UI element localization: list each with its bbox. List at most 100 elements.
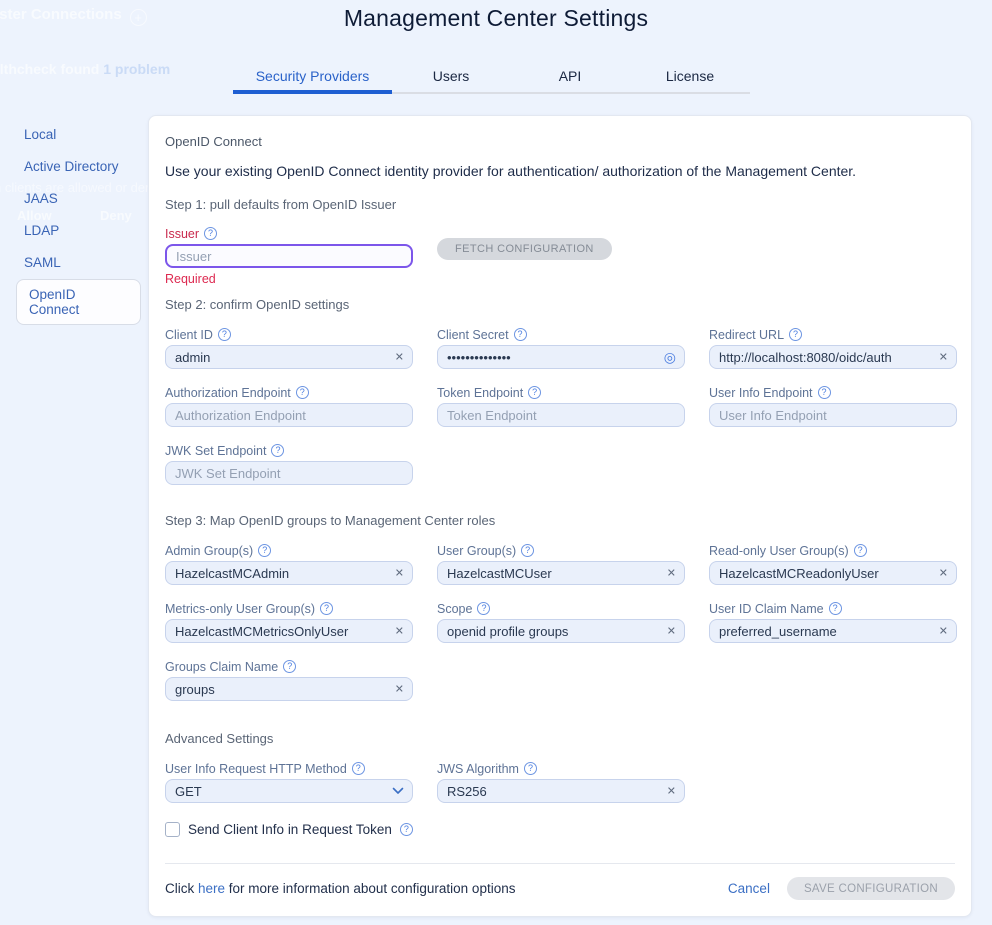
sidebar-item-active-directory[interactable]: Active Directory xyxy=(16,151,141,182)
field-user-info-request-http-method: User Info Request HTTP Method? xyxy=(165,761,413,803)
user-info-endpoint-input[interactable] xyxy=(709,403,957,427)
fetch-configuration-button[interactable]: FETCH CONFIGURATION xyxy=(437,238,612,260)
cancel-button[interactable]: Cancel xyxy=(728,881,770,896)
background-healthcheck-label: althcheck found xyxy=(0,61,99,77)
issuer-required-error: Required xyxy=(165,272,413,286)
clear-icon[interactable]: ✕ xyxy=(939,351,948,364)
clear-icon[interactable]: ✕ xyxy=(939,625,948,638)
help-icon[interactable]: ? xyxy=(296,386,309,399)
panel-footer: Click here for more information about co… xyxy=(165,877,955,900)
clear-icon[interactable]: ✕ xyxy=(395,567,404,580)
save-configuration-button[interactable]: SAVE CONFIGURATION xyxy=(787,877,955,900)
admin-groups-label: Admin Group(s) xyxy=(165,544,253,558)
panel-heading: OpenID Connect xyxy=(165,134,955,149)
groups-claim-name-label: Groups Claim Name xyxy=(165,660,278,674)
token-endpoint-input[interactable] xyxy=(437,403,685,427)
field-admin-groups: Admin Group(s)? ✕ xyxy=(165,543,413,585)
scope-input[interactable] xyxy=(437,619,685,643)
client-id-label: Client ID xyxy=(165,328,213,342)
field-jws-algorithm: JWS Algorithm? ✕ xyxy=(437,761,685,803)
tab-api[interactable]: API xyxy=(510,68,630,92)
step3-title: Step 3: Map OpenID groups to Management … xyxy=(165,513,955,528)
sidebar-item-local[interactable]: Local xyxy=(16,119,141,150)
help-icon[interactable]: ? xyxy=(818,386,831,399)
field-user-groups: User Group(s)? ✕ xyxy=(437,543,685,585)
openid-connect-panel: OpenID Connect Use your existing OpenID … xyxy=(148,115,972,917)
user-info-request-http-method-label: User Info Request HTTP Method xyxy=(165,762,347,776)
help-icon[interactable]: ? xyxy=(271,444,284,457)
help-icon[interactable]: ? xyxy=(528,386,541,399)
field-readonly-user-groups: Read-only User Group(s)? ✕ xyxy=(709,543,957,585)
user-id-claim-name-label: User ID Claim Name xyxy=(709,602,824,616)
help-icon[interactable]: ? xyxy=(521,544,534,557)
help-icon[interactable]: ? xyxy=(218,328,231,341)
admin-groups-input[interactable] xyxy=(165,561,413,585)
help-icon[interactable]: ? xyxy=(352,762,365,775)
jwk-set-endpoint-input[interactable] xyxy=(165,461,413,485)
sidebar-item-openid-connect[interactable]: OpenID Connect xyxy=(16,279,141,325)
readonly-user-groups-input[interactable] xyxy=(709,561,957,585)
footer-info-suffix: for more information about configuration… xyxy=(225,881,515,896)
clear-icon[interactable]: ✕ xyxy=(395,625,404,638)
help-icon[interactable]: ? xyxy=(204,227,217,240)
clear-icon[interactable]: ✕ xyxy=(667,785,676,798)
help-icon[interactable]: ? xyxy=(400,823,413,836)
metrics-only-user-groups-input[interactable] xyxy=(165,619,413,643)
clear-icon[interactable]: ✕ xyxy=(395,683,404,696)
user-info-request-http-method-select[interactable] xyxy=(165,779,413,803)
field-redirect-url: Redirect URL? ✕ xyxy=(709,327,957,369)
authorization-endpoint-label: Authorization Endpoint xyxy=(165,386,291,400)
field-groups-claim-name: Groups Claim Name? ✕ xyxy=(165,659,413,701)
chevron-down-icon[interactable] xyxy=(392,787,404,795)
help-icon[interactable]: ? xyxy=(514,328,527,341)
readonly-user-groups-label: Read-only User Group(s) xyxy=(709,544,849,558)
token-endpoint-label: Token Endpoint xyxy=(437,386,523,400)
help-icon[interactable]: ? xyxy=(789,328,802,341)
redirect-url-label: Redirect URL xyxy=(709,328,784,342)
background-healthcheck: althcheck found 1 problem xyxy=(0,61,170,77)
page: uster Connections+ althcheck found 1 pro… xyxy=(0,0,992,925)
jws-algorithm-input[interactable] xyxy=(437,779,685,803)
send-client-info-label: Send Client Info in Request Token xyxy=(188,822,392,837)
tab-security-providers[interactable]: Security Providers xyxy=(233,68,392,94)
more-info-link[interactable]: here xyxy=(198,881,225,896)
field-token-endpoint: Token Endpoint? xyxy=(437,385,685,427)
send-client-info-checkbox[interactable] xyxy=(165,822,180,837)
footer-info-text: Click here for more information about co… xyxy=(165,881,515,896)
field-authorization-endpoint: Authorization Endpoint? xyxy=(165,385,413,427)
clear-icon[interactable]: ✕ xyxy=(395,351,404,364)
field-jwk-set-endpoint: JWK Set Endpoint? xyxy=(165,443,413,485)
issuer-input[interactable] xyxy=(165,244,413,268)
sidebar-item-jaas[interactable]: JAAS xyxy=(16,183,141,214)
jws-algorithm-label: JWS Algorithm xyxy=(437,762,519,776)
client-secret-label: Client Secret xyxy=(437,328,509,342)
help-icon[interactable]: ? xyxy=(320,602,333,615)
help-icon[interactable]: ? xyxy=(283,660,296,673)
user-groups-input[interactable] xyxy=(437,561,685,585)
clear-icon[interactable]: ✕ xyxy=(667,567,676,580)
user-info-endpoint-label: User Info Endpoint xyxy=(709,386,813,400)
field-metrics-only-user-groups: Metrics-only User Group(s)? ✕ xyxy=(165,601,413,643)
show-password-eye-icon[interactable]: ◎ xyxy=(664,350,676,364)
send-client-info-row: Send Client Info in Request Token ? xyxy=(165,822,955,837)
tab-license[interactable]: License xyxy=(630,68,750,92)
step1-title: Step 1: pull defaults from OpenID Issuer xyxy=(165,197,955,212)
sidebar-item-ldap[interactable]: LDAP xyxy=(16,215,141,246)
user-id-claim-name-input[interactable] xyxy=(709,619,957,643)
groups-claim-name-input[interactable] xyxy=(165,677,413,701)
jwk-set-endpoint-label: JWK Set Endpoint xyxy=(165,444,266,458)
client-id-input[interactable] xyxy=(165,345,413,369)
client-secret-input[interactable] xyxy=(437,345,685,369)
sidebar-item-saml[interactable]: SAML xyxy=(16,247,141,278)
help-icon[interactable]: ? xyxy=(829,602,842,615)
authorization-endpoint-input[interactable] xyxy=(165,403,413,427)
help-icon[interactable]: ? xyxy=(524,762,537,775)
clear-icon[interactable]: ✕ xyxy=(939,567,948,580)
background-healthcheck-link: 1 problem xyxy=(103,61,170,77)
tab-users[interactable]: Users xyxy=(392,68,510,92)
help-icon[interactable]: ? xyxy=(854,544,867,557)
clear-icon[interactable]: ✕ xyxy=(667,625,676,638)
help-icon[interactable]: ? xyxy=(258,544,271,557)
help-icon[interactable]: ? xyxy=(477,602,490,615)
redirect-url-input[interactable] xyxy=(709,345,957,369)
